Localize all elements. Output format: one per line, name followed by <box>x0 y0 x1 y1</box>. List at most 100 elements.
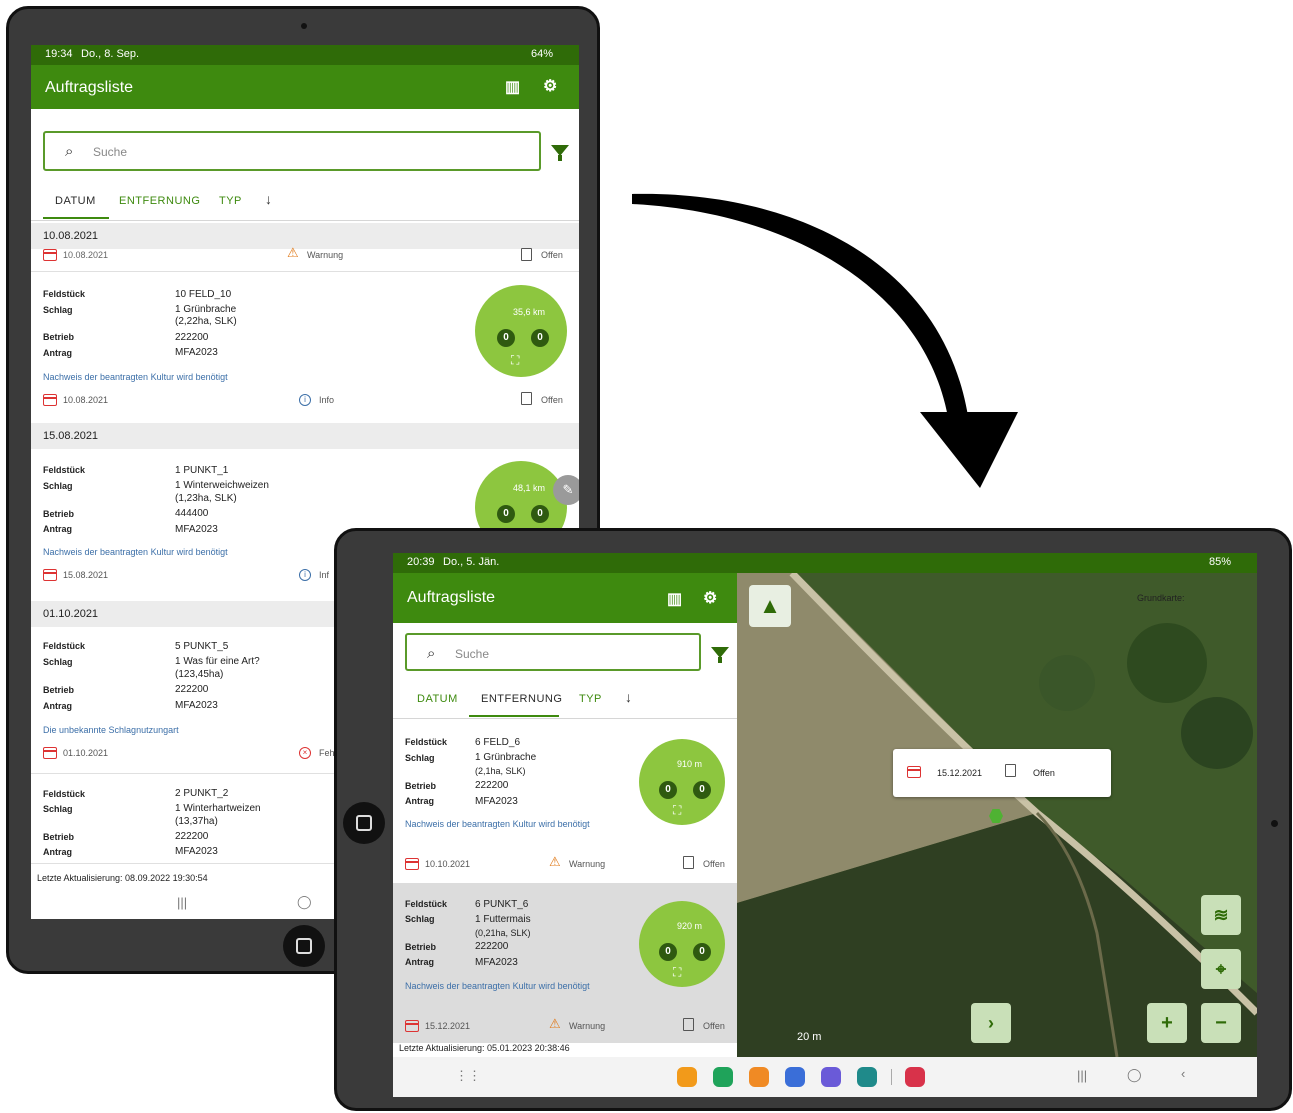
value-schlag-area: (1,23ha, SLK) <box>175 493 237 504</box>
home-icon[interactable]: ◯ <box>297 894 312 910</box>
map-marker-icon: ⛶ <box>673 803 682 817</box>
map-popup[interactable]: 15.12.2021 Offen <box>893 749 1111 797</box>
filter-icon[interactable] <box>711 647 729 663</box>
app-icon-contacts[interactable] <box>749 1067 769 1087</box>
tab-typ[interactable]: TYP <box>579 693 602 705</box>
page-title: Auftragsliste <box>45 79 134 96</box>
label-betrieb: Betrieb <box>405 781 437 791</box>
apps-grid-icon[interactable]: ⋮⋮ <box>455 1068 481 1084</box>
list-item[interactable]: Feldstück Schlag Betrieb Antrag 10 FELD_… <box>31 273 579 417</box>
settings-icon[interactable]: ⚙ <box>703 588 717 608</box>
calendar-icon <box>43 394 57 406</box>
value-antrag: MFA2023 <box>475 796 518 807</box>
zoom-out-button[interactable]: − <box>1201 1003 1241 1043</box>
label-feldstueck: Feldstück <box>43 289 86 299</box>
home-icon[interactable]: ◯ <box>1127 1067 1142 1083</box>
date-header: 15.08.2021 <box>31 423 579 449</box>
zoom-in-button[interactable]: + <box>1147 1003 1187 1043</box>
sort-arrow-icon[interactable]: ↓ <box>265 191 272 207</box>
distance-label: 35,6 km <box>513 307 546 317</box>
value-schlag: 1 Winterhartweizen <box>175 803 261 814</box>
item-date: 10.08.2021 <box>63 250 109 260</box>
label-feldstueck: Feldstück <box>405 899 448 909</box>
layers-button[interactable]: ≋ <box>1201 895 1241 935</box>
tab-datum[interactable]: DATUM <box>55 195 96 207</box>
tab-entfernung[interactable]: ENTFERNUNG <box>481 693 562 705</box>
battery-level: 64% <box>531 48 554 60</box>
app-icon-browser[interactable] <box>821 1067 841 1087</box>
app-icon-store[interactable] <box>857 1067 877 1087</box>
locate-button[interactable]: ⌖ <box>1201 949 1241 989</box>
page-title: Auftragsliste <box>407 589 496 606</box>
map-view[interactable]: ▲ Grundkarte: 15.12.2021 Offen ≋ ⌖ › + −… <box>737 573 1257 1057</box>
search-input[interactable]: ⌕ Suche <box>43 131 541 171</box>
distance-bubble[interactable]: 35,6 km 0 0 ⛶ <box>475 285 567 377</box>
tab-datum[interactable]: DATUM <box>417 693 458 705</box>
label-schlag: Schlag <box>405 753 435 763</box>
value-schlag: 1 Grünbrache <box>475 752 537 763</box>
app-icon-messages[interactable] <box>785 1067 805 1087</box>
document-icon <box>521 392 532 405</box>
tab-divider <box>393 718 737 719</box>
label-schlag: Schlag <box>43 657 73 667</box>
item-status: Info <box>319 395 335 405</box>
map-marker-icon: ⛶ <box>673 965 682 979</box>
count-badge: 0 <box>693 943 711 961</box>
label-betrieb: Betrieb <box>43 832 75 842</box>
info-icon: i <box>299 569 311 581</box>
item-date: 10.10.2021 <box>425 859 471 869</box>
item-date: 10.08.2021 <box>63 395 109 405</box>
item-note: Nachweis der beantragten Kultur wird ben… <box>405 981 590 991</box>
map-icon[interactable]: ▥ <box>667 589 682 609</box>
item-date: 15.12.2021 <box>425 1021 471 1031</box>
label-schlag: Schlag <box>43 804 73 814</box>
north-arrow-button[interactable]: ▲ <box>749 585 791 627</box>
recent-apps-icon[interactable]: ||| <box>1077 1068 1087 1083</box>
distance-bubble[interactable]: 920 m 0 0 ⛶ <box>639 901 725 987</box>
value-antrag: MFA2023 <box>175 347 218 358</box>
battery-level: 85% <box>1209 556 1232 568</box>
app-icon-folder[interactable] <box>677 1067 697 1087</box>
last-updated: Letzte Aktualisierung: 05.01.2023 20:38:… <box>399 1043 737 1053</box>
item-status: Warnung <box>307 250 344 260</box>
distance-bubble[interactable]: 910 m 0 0 ⛶ <box>639 739 725 825</box>
list-item[interactable]: Feldstück Schlag Betrieb Antrag 6 FELD_6… <box>393 721 737 881</box>
item-note: Die unbekannte Schlagnutzungart <box>43 725 179 735</box>
tab-typ[interactable]: TYP <box>219 195 242 207</box>
status-bar: 19:34 Do., 8. Sep. 64% <box>31 45 579 65</box>
tab-indicator <box>469 715 559 717</box>
value-feldstueck: 2 PUNKT_2 <box>175 788 229 799</box>
value-schlag: 1 Futtermais <box>475 914 531 925</box>
app-icon-phone[interactable] <box>713 1067 733 1087</box>
list-pane: Auftragsliste ▥ ⚙ ⌕ Suche DATUM ENTFERNU… <box>393 573 737 1057</box>
app-icon-camera[interactable] <box>905 1067 925 1087</box>
label-betrieb: Betrieb <box>43 332 75 342</box>
edit-fab[interactable]: ✎ <box>553 475 579 505</box>
sort-arrow-icon[interactable]: ↓ <box>625 689 632 705</box>
map-icon[interactable]: ▥ <box>505 77 520 97</box>
error-icon: × <box>299 747 311 759</box>
search-input[interactable]: ⌕ Suche <box>405 633 701 671</box>
settings-icon[interactable]: ⚙ <box>543 76 557 96</box>
calendar-icon <box>405 858 419 870</box>
next-button[interactable]: › <box>971 1003 1011 1043</box>
count-badge: 0 <box>659 781 677 799</box>
item-note: Nachweis der beantragten Kultur wird ben… <box>43 372 228 382</box>
label-antrag: Antrag <box>43 348 72 358</box>
recent-apps-icon[interactable]: ||| <box>177 895 187 910</box>
hardware-home-button[interactable] <box>343 802 385 844</box>
camera-dot <box>301 23 307 29</box>
status-date: Do., 8. Sep. <box>81 48 140 60</box>
value-schlag-area: (2,1ha, SLK) <box>475 766 526 776</box>
label-antrag: Antrag <box>43 847 72 857</box>
label-feldstueck: Feldstück <box>43 789 86 799</box>
tab-entfernung[interactable]: ENTFERNUNG <box>119 195 200 207</box>
filter-icon[interactable] <box>551 145 569 161</box>
item-status: Warnung <box>569 1021 606 1031</box>
item-status: Feh <box>319 748 335 758</box>
list-item-selected[interactable]: Feldstück Schlag Betrieb Antrag 6 PUNKT_… <box>393 883 737 1043</box>
tab-indicator <box>43 217 109 219</box>
camera-dot <box>1271 820 1278 827</box>
hardware-home-button[interactable] <box>283 925 325 967</box>
back-icon[interactable]: ‹ <box>1181 1066 1185 1081</box>
